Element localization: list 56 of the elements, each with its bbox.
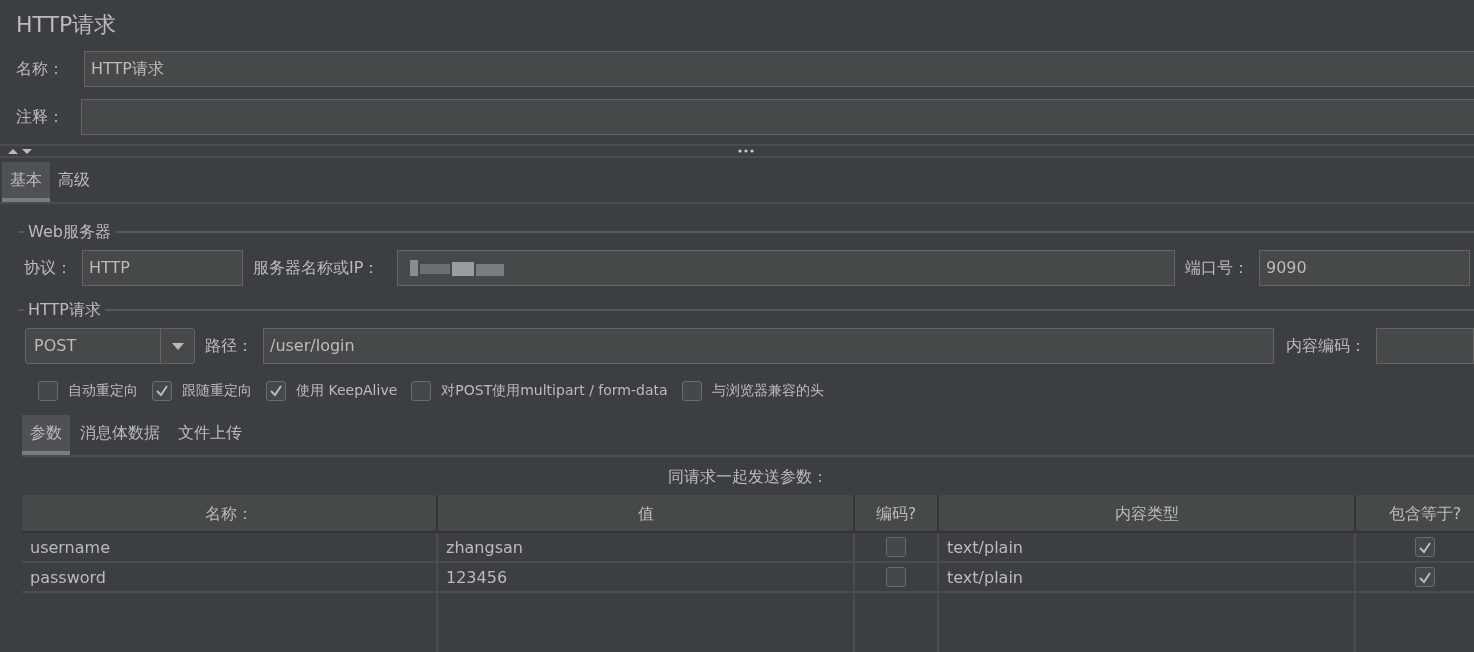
option-label: 跟随重定向	[182, 381, 252, 400]
port-field[interactable]: 9090	[1259, 250, 1470, 286]
field-label: 服务器名称或IP：	[253, 257, 380, 279]
checkbox[interactable]	[411, 380, 432, 401]
window-title: HTTP请求	[15, 11, 118, 39]
name-field[interactable]: HTTP请求	[84, 51, 1474, 87]
option-label: 自动重定向	[68, 381, 138, 400]
path-field[interactable]: /user/login	[263, 328, 1274, 364]
column-header: 编码?	[855, 495, 939, 533]
drag-handle-icon	[738, 149, 754, 153]
option-label: 对POST使用multipart / form-data	[441, 381, 668, 400]
field-label: 路径：	[205, 335, 253, 357]
table-cell: 123456	[438, 563, 855, 593]
section-title: HTTP请求	[28, 299, 101, 321]
checkbox[interactable]	[1415, 567, 1435, 587]
checkbox[interactable]	[152, 380, 172, 401]
column-header: 名称：	[22, 495, 438, 533]
tab[interactable]: 高级	[50, 162, 98, 202]
checkbox[interactable]	[681, 380, 702, 401]
option-label: 与浏览器兼容的头	[711, 381, 824, 400]
caret-icon	[171, 342, 184, 350]
option-label: 使用 KeepAlive	[296, 381, 398, 400]
table-cell: password	[22, 563, 438, 593]
tab[interactable]: 基本	[2, 162, 50, 202]
table-cell: zhangsan	[438, 533, 855, 563]
checkbox[interactable]	[38, 380, 58, 401]
tab[interactable]: 消息体数据	[72, 415, 168, 455]
table-cell: username	[22, 533, 438, 563]
protocol-field[interactable]: HTTP	[82, 250, 243, 286]
check-icon	[269, 384, 283, 397]
column-header: 包含等于?	[1356, 495, 1474, 533]
check-icon	[1418, 540, 1432, 554]
table-cell: text/plain	[939, 563, 1356, 593]
check-icon	[155, 384, 169, 397]
field-label: 名称：	[16, 58, 64, 80]
checkbox[interactable]	[886, 537, 906, 557]
field-label: 协议：	[24, 257, 72, 279]
column-header: 内容类型	[939, 495, 1356, 533]
method-dropdown[interactable]: POST	[25, 328, 195, 364]
checkbox[interactable]	[886, 567, 906, 587]
field-label: 端口号：	[1185, 257, 1249, 279]
encoding-field[interactable]	[1376, 328, 1474, 364]
tab[interactable]: 参数	[22, 415, 70, 455]
table-cell: text/plain	[939, 533, 1356, 563]
server-field[interactable]	[397, 250, 1175, 286]
field-label: 内容编码：	[1286, 335, 1366, 357]
check-icon	[1418, 570, 1432, 584]
splitter-arrows-icon[interactable]	[8, 147, 32, 155]
checkbox[interactable]	[266, 380, 286, 401]
table-caption: 同请求一起发送参数：	[668, 467, 828, 486]
comment-field[interactable]	[81, 99, 1474, 135]
tab[interactable]: 文件上传	[170, 415, 250, 455]
section-title: Web服务器	[28, 221, 111, 243]
field-label: 注释：	[16, 106, 64, 128]
checkbox[interactable]	[1415, 537, 1435, 557]
column-header: 值	[438, 495, 855, 533]
